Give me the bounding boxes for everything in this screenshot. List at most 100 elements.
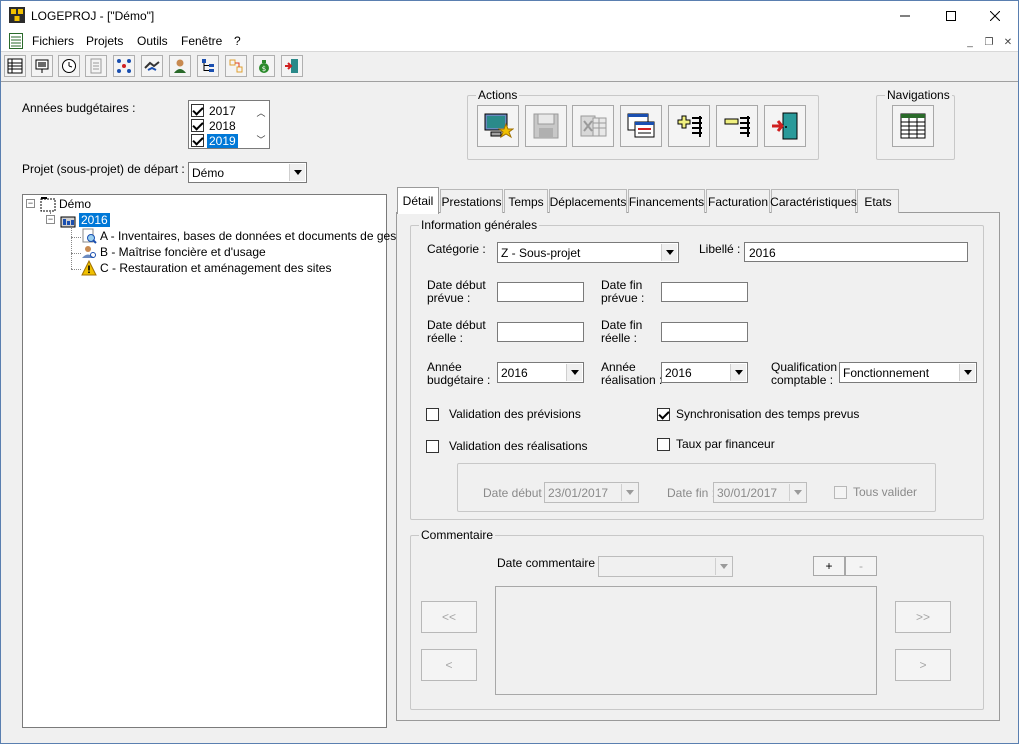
checkbox[interactable] bbox=[191, 104, 204, 117]
menu-fenetre[interactable]: Fenêtre bbox=[181, 34, 222, 48]
action-new-button[interactable] bbox=[477, 105, 519, 147]
toolbar-network-button[interactable] bbox=[113, 55, 135, 77]
comment-date-select[interactable] bbox=[598, 556, 733, 577]
budget-years-list[interactable]: 2017 2018 2019 ︿ ﹀ bbox=[188, 100, 270, 149]
tab-deplacements[interactable]: Déplacements bbox=[549, 189, 627, 213]
dropdown-button[interactable] bbox=[289, 164, 305, 181]
action-exit-button[interactable] bbox=[764, 105, 806, 147]
dropdown-button[interactable] bbox=[715, 558, 731, 575]
menu-projets[interactable]: Projets bbox=[86, 34, 123, 48]
mdi-minimize-button[interactable]: _ bbox=[962, 36, 978, 49]
checkbox[interactable] bbox=[191, 134, 204, 147]
checkbox[interactable] bbox=[657, 407, 670, 421]
dropdown-button[interactable] bbox=[959, 364, 975, 381]
user-search-icon bbox=[82, 246, 96, 258]
qualification-select[interactable]: Fonctionnement bbox=[839, 362, 977, 383]
checkbox[interactable] bbox=[426, 439, 439, 453]
toolbar-projector-button[interactable] bbox=[31, 55, 53, 77]
mdi-document-icon[interactable] bbox=[9, 33, 23, 49]
dropdown-button[interactable] bbox=[730, 364, 746, 381]
minimize-button[interactable] bbox=[882, 1, 928, 31]
dropdown-button[interactable] bbox=[621, 484, 637, 501]
checkbox-label: Synchronisation des temps prevus bbox=[676, 407, 860, 421]
checkbox[interactable] bbox=[834, 485, 847, 499]
budget-year-item[interactable]: 2019 bbox=[191, 133, 255, 148]
action-window-button[interactable] bbox=[620, 105, 662, 147]
date-fin-picker[interactable]: 30/01/2017 bbox=[713, 482, 807, 503]
date-debut-picker[interactable]: 23/01/2017 bbox=[544, 482, 639, 503]
toolbar-tree-button[interactable] bbox=[197, 55, 219, 77]
tree-collapse-toggle[interactable]: − bbox=[46, 215, 55, 224]
navigation-button[interactable] bbox=[892, 105, 934, 147]
checkbox[interactable] bbox=[426, 407, 439, 421]
action-remove-line-button[interactable] bbox=[716, 105, 758, 147]
category-select[interactable]: Z - Sous-projet bbox=[497, 242, 679, 263]
tab-financements[interactable]: Financements bbox=[628, 189, 705, 213]
category-value: Z - Sous-projet bbox=[501, 246, 581, 260]
toolbar-handshake-button[interactable] bbox=[141, 55, 163, 77]
annee-budgetaire-select[interactable]: 2016 bbox=[497, 362, 584, 383]
mdi-restore-button[interactable]: ❐ bbox=[981, 36, 997, 49]
close-button[interactable] bbox=[972, 1, 1018, 31]
logeproj-app-icon bbox=[9, 7, 25, 23]
toolbar-document-button[interactable] bbox=[85, 55, 107, 77]
mdi-close-button[interactable]: ✕ bbox=[1000, 36, 1016, 49]
date-fin-prevue-input[interactable] bbox=[661, 282, 748, 302]
document-icon bbox=[90, 58, 102, 74]
toolbar-money-button[interactable]: $ bbox=[253, 55, 275, 77]
action-excel-button[interactable] bbox=[572, 105, 614, 147]
scroll-down-button[interactable]: ﹀ bbox=[255, 133, 267, 145]
dropdown-button[interactable] bbox=[566, 364, 582, 381]
toolbar-grid-button[interactable] bbox=[4, 55, 26, 77]
next-comment-button[interactable]: > bbox=[895, 649, 951, 681]
date-debut-prevue-input[interactable] bbox=[497, 282, 584, 302]
tree-node-child[interactable]: 2016 bbox=[60, 212, 110, 228]
tab-facturation[interactable]: Facturation bbox=[706, 189, 770, 213]
budget-year-item[interactable]: 2018 bbox=[191, 118, 255, 133]
comment-textarea[interactable] bbox=[495, 586, 877, 695]
toolbar-user-button[interactable] bbox=[169, 55, 191, 77]
project-tree[interactable]: − Démo − 2016 A - Inventaires, bases de … bbox=[22, 194, 416, 728]
taux-financeur-checkbox[interactable]: Taux par financeur bbox=[657, 437, 775, 451]
synchronisation-checkbox[interactable]: Synchronisation des temps prevus bbox=[657, 407, 859, 421]
tab-etats[interactable]: Etats bbox=[857, 189, 899, 213]
tab-detail[interactable]: Détail bbox=[397, 187, 439, 214]
tab-caracteristiques[interactable]: Caractéristiques bbox=[770, 189, 857, 213]
add-comment-button[interactable]: + bbox=[813, 556, 845, 576]
action-add-line-button[interactable] bbox=[668, 105, 710, 147]
budget-year-item[interactable]: 2017 bbox=[191, 103, 255, 118]
tab-prestations[interactable]: Prestations bbox=[440, 189, 503, 213]
toolbar-transfer-button[interactable] bbox=[225, 55, 247, 77]
previous-comment-button[interactable]: < bbox=[421, 649, 477, 681]
tous-valider-checkbox[interactable]: Tous valider bbox=[834, 485, 917, 499]
date-debut-reelle-input[interactable] bbox=[497, 322, 584, 342]
menu-outils[interactable]: Outils bbox=[137, 34, 168, 48]
dropdown-button[interactable] bbox=[789, 484, 805, 501]
validation-previsions-checkbox[interactable]: Validation des prévisions bbox=[426, 407, 581, 421]
remove-comment-button[interactable]: - bbox=[845, 556, 877, 576]
menu-help[interactable]: ? bbox=[234, 34, 241, 48]
app-window: LOGEPROJ - ["Démo"] Fichiers Projets Out… bbox=[0, 0, 1019, 744]
toolbar-exit-button[interactable] bbox=[281, 55, 303, 77]
action-save-button[interactable] bbox=[525, 105, 567, 147]
tree-node-root[interactable]: Démo bbox=[40, 196, 91, 212]
libelle-input[interactable]: 2016 bbox=[744, 242, 968, 262]
tree-collapse-toggle[interactable]: − bbox=[26, 199, 35, 208]
annee-realisation-select[interactable]: 2016 bbox=[661, 362, 748, 383]
last-comment-button[interactable]: >> bbox=[895, 601, 951, 633]
first-comment-button[interactable]: << bbox=[421, 601, 477, 633]
maximize-button[interactable] bbox=[928, 1, 974, 31]
tree-node-leaf[interactable]: B - Maîtrise foncière et d'usage bbox=[81, 244, 266, 260]
validation-realisations-checkbox[interactable]: Validation des réalisations bbox=[426, 439, 588, 453]
checkbox[interactable] bbox=[657, 437, 670, 451]
start-project-select[interactable]: Démo bbox=[188, 162, 307, 183]
checkbox[interactable] bbox=[191, 119, 204, 132]
dropdown-button[interactable] bbox=[661, 244, 677, 261]
tree-node-leaf[interactable]: C - Restauration et aménagement des site… bbox=[81, 260, 331, 276]
date-fin-reelle-input[interactable] bbox=[661, 322, 748, 342]
scroll-up-button[interactable]: ︿ bbox=[255, 106, 267, 118]
tree-node-leaf[interactable]: A - Inventaires, bases de données et doc… bbox=[81, 228, 416, 244]
menu-fichiers[interactable]: Fichiers bbox=[32, 34, 74, 48]
tab-temps[interactable]: Temps bbox=[504, 189, 548, 213]
toolbar-clock-button[interactable] bbox=[58, 55, 80, 77]
